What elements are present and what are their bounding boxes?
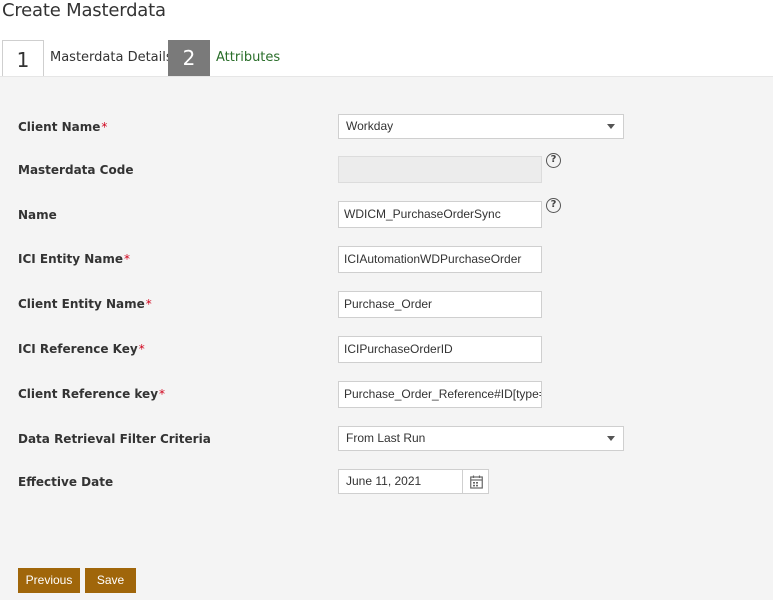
help-circle-icon[interactable]: ? — [546, 198, 561, 213]
name-input[interactable]: WDICM_PurchaseOrderSync — [338, 201, 542, 228]
row-client-name: Client Name* Workday — [0, 114, 773, 144]
client-entity-name-label: Client Entity Name* — [18, 297, 152, 311]
wizard-step-2-number: 2 — [182, 46, 196, 70]
row-effective-date: Effective Date June 11, 2021 — [0, 469, 773, 499]
chevron-down-icon — [607, 124, 615, 129]
client-name-select[interactable]: Workday — [338, 114, 624, 139]
masterdata-code-input[interactable] — [338, 156, 542, 183]
row-client-reference-key: Client Reference key* Purchase_Order_Ref… — [0, 381, 773, 411]
data-retrieval-filter-select[interactable]: From Last Run — [338, 426, 624, 451]
save-button[interactable]: Save — [85, 568, 136, 593]
ici-reference-key-label: ICI Reference Key* — [18, 342, 145, 356]
calendar-button[interactable] — [462, 469, 489, 494]
row-masterdata-code: Masterdata Code ? — [0, 153, 773, 186]
wizard-steps: 1 Masterdata Details 2 Attributes — [0, 38, 773, 96]
previous-button[interactable]: Previous — [18, 568, 80, 593]
effective-date-label: Effective Date — [18, 475, 114, 489]
row-client-entity-name: Client Entity Name* Purchase_Order — [0, 291, 773, 321]
page-title: Create Masterdata — [2, 0, 166, 21]
row-name: Name WDICM_PurchaseOrderSync ? — [0, 198, 773, 231]
data-retrieval-filter-label: Data Retrieval Filter Criteria — [18, 432, 211, 446]
client-reference-key-label: Client Reference key* — [18, 387, 166, 401]
wizard-step-2-label[interactable]: Attributes — [216, 50, 280, 65]
ici-entity-name-input[interactable]: ICIAutomationWDPurchaseOrder — [338, 246, 542, 273]
client-entity-name-input[interactable]: Purchase_Order — [338, 291, 542, 318]
row-ici-reference-key: ICI Reference Key* ICIPurchaseOrderID — [0, 336, 773, 366]
name-label: Name — [18, 208, 57, 222]
row-data-retrieval-filter: Data Retrieval Filter Criteria From Last… — [0, 426, 773, 456]
ici-entity-name-label: ICI Entity Name* — [18, 252, 131, 266]
row-ici-entity-name: ICI Entity Name* ICIAutomationWDPurchase… — [0, 246, 773, 276]
calendar-icon — [470, 475, 483, 489]
wizard-step-1-label[interactable]: Masterdata Details — [50, 50, 173, 65]
client-reference-key-input[interactable]: Purchase_Order_Reference#ID[type= — [338, 381, 542, 408]
effective-date-input[interactable]: June 11, 2021 — [338, 469, 462, 494]
help-circle-icon[interactable]: ? — [546, 153, 561, 168]
ici-reference-key-input[interactable]: ICIPurchaseOrderID — [338, 336, 542, 363]
masterdata-code-label: Masterdata Code — [18, 163, 134, 177]
client-name-label: Client Name* — [18, 120, 108, 134]
wizard-step-1-number: 1 — [16, 48, 30, 72]
chevron-down-icon — [607, 436, 615, 441]
